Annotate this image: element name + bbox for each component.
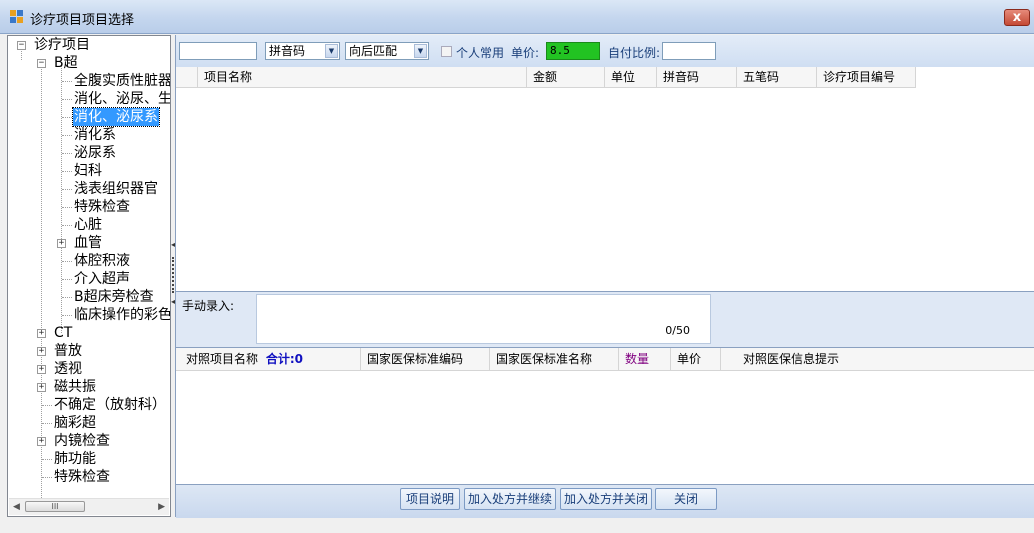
tree-item[interactable]: 临床操作的彩色 xyxy=(74,306,170,324)
tree-item-selected[interactable]: 消化、泌尿系 xyxy=(72,107,160,127)
expand-icon[interactable]: + xyxy=(57,239,66,248)
search-toolbar: 拼音码 ▼ 向后匹配 ▼ 个人常用 单价: 8.5 自付比例: xyxy=(176,35,1034,67)
tree-item[interactable]: 肺功能 xyxy=(54,450,96,468)
tree-item[interactable]: 浅表组织器官 xyxy=(74,180,158,198)
category-tree[interactable]: − 诊疗项目 − B超 全腹实质性脏器 消化、泌尿、生 消化、泌尿系 消化系 泌… xyxy=(7,35,171,517)
column-header[interactable]: 拼音码 xyxy=(657,67,737,87)
action-bar: 项目说明 加入处方并继续 加入处方并关闭 关闭 xyxy=(176,484,1034,518)
column-header[interactable]: 单价 xyxy=(671,348,721,370)
chevron-down-icon[interactable]: ▼ xyxy=(325,44,338,58)
column-header-quantity[interactable]: 数量 xyxy=(619,348,671,370)
item-description-button[interactable]: 项目说明 xyxy=(400,488,460,510)
column-header[interactable]: 诊疗项目编号 xyxy=(817,67,916,87)
personal-common-checkbox[interactable] xyxy=(441,46,452,57)
personal-common-label: 个人常用 xyxy=(456,46,505,60)
collapse-icon[interactable]: − xyxy=(37,59,46,68)
tree-item[interactable]: 特殊检查 xyxy=(74,198,130,216)
tree-item[interactable]: 特殊检查 xyxy=(54,468,110,486)
match-mode-select[interactable]: 向后匹配 ▼ xyxy=(345,42,429,60)
tree-item[interactable]: 泌尿系 xyxy=(74,144,116,162)
column-header[interactable]: 五笔码 xyxy=(737,67,817,87)
tree-item[interactable]: 消化系 xyxy=(74,126,116,144)
manual-entry-textarea[interactable]: 0/50 xyxy=(256,294,711,344)
tree-item[interactable]: 介入超声 xyxy=(74,270,130,288)
total-label: 合计:0 xyxy=(265,352,303,366)
add-and-continue-button[interactable]: 加入处方并继续 xyxy=(464,488,556,510)
window-title: 诊疗项目项目选择 xyxy=(30,13,135,28)
scroll-left-icon[interactable]: ◀ xyxy=(13,502,20,512)
mapping-grid[interactable]: 对照项目名称 合计:0 国家医保标准编码 国家医保标准名称 数量 单价 对照医保… xyxy=(176,347,1034,485)
expand-icon[interactable]: + xyxy=(37,329,46,338)
tree-item[interactable]: 不确定（放射科） xyxy=(54,396,166,414)
row-header-column xyxy=(176,67,198,87)
expand-icon[interactable]: + xyxy=(37,437,46,446)
tree-item[interactable]: 心脏 xyxy=(74,216,102,234)
match-type-select[interactable]: 拼音码 ▼ xyxy=(265,42,340,60)
column-header-mapped-name[interactable]: 对照项目名称 合计:0 xyxy=(176,348,361,370)
column-header[interactable]: 对照医保信息提示 xyxy=(721,348,1034,370)
scroll-right-icon[interactable]: ▶ xyxy=(158,502,165,512)
add-and-close-button[interactable]: 加入处方并关闭 xyxy=(560,488,652,510)
close-button[interactable]: 关闭 xyxy=(655,488,717,510)
title-bar: 诊疗项目项目选择 x xyxy=(0,0,1034,34)
tree-item[interactable]: 体腔积液 xyxy=(74,252,130,270)
scroll-thumb[interactable]: III xyxy=(25,501,85,512)
tree-item[interactable]: 消化、泌尿、生 xyxy=(74,90,170,108)
item-grid[interactable]: 项目名称 金额 单位 拼音码 五笔码 诊疗项目编号 xyxy=(176,67,1034,292)
price-label: 单价: xyxy=(511,46,540,60)
column-header[interactable]: 国家医保标准编码 xyxy=(361,348,490,370)
tree-branch-line-b xyxy=(61,66,62,333)
expand-icon[interactable]: + xyxy=(37,365,46,374)
close-window-button[interactable]: x xyxy=(1004,9,1030,26)
tree-item[interactable]: 妇科 xyxy=(74,162,102,180)
collapse-icon[interactable]: − xyxy=(17,41,26,50)
column-header[interactable]: 单位 xyxy=(605,67,657,87)
tree-item[interactable]: 全腹实质性脏器 xyxy=(74,72,170,90)
column-header[interactable]: 项目名称 xyxy=(198,67,527,87)
search-input[interactable] xyxy=(179,42,257,60)
app-icon xyxy=(10,10,24,24)
expand-icon[interactable]: + xyxy=(37,383,46,392)
self-pay-field[interactable] xyxy=(662,42,716,60)
chevron-down-icon[interactable]: ▼ xyxy=(414,44,427,58)
price-field[interactable]: 8.5 xyxy=(546,42,600,60)
item-grid-header: 项目名称 金额 单位 拼音码 五笔码 诊疗项目编号 xyxy=(176,67,916,88)
tree-item[interactable]: B超床旁检查 xyxy=(74,288,154,306)
expand-icon[interactable]: + xyxy=(37,347,46,356)
column-header[interactable]: 国家医保标准名称 xyxy=(490,348,619,370)
tree-horizontal-scrollbar[interactable]: ◀ III ▶ xyxy=(9,498,169,515)
mapping-grid-header: 对照项目名称 合计:0 国家医保标准编码 国家医保标准名称 数量 单价 对照医保… xyxy=(176,348,1034,371)
self-pay-label: 自付比例: xyxy=(608,46,661,60)
main-panel: 拼音码 ▼ 向后匹配 ▼ 个人常用 单价: 8.5 自付比例: 项目名称 金额 … xyxy=(175,35,1034,518)
column-header[interactable]: 金额 xyxy=(527,67,605,87)
char-counter: 0/50 xyxy=(665,324,690,337)
manual-entry-section: 手动录入: 0/50 xyxy=(176,292,1034,347)
tree-item[interactable]: 脑彩超 xyxy=(54,414,96,432)
manual-entry-label: 手动录入: xyxy=(182,299,235,313)
